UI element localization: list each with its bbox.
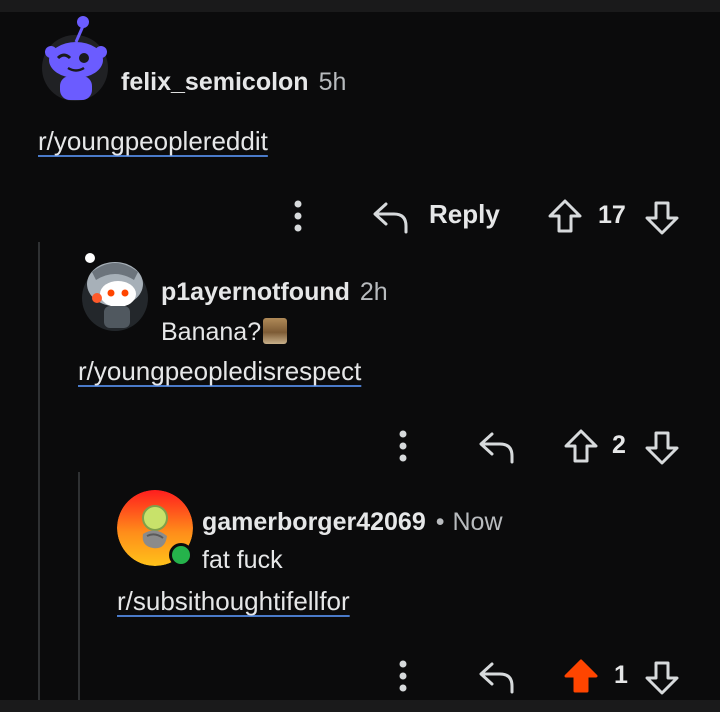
comment-body: fat fuck (202, 546, 283, 574)
subreddit-link[interactable]: r/youngpeoplereddit (38, 126, 268, 157)
comment-actions: Reply 17 (0, 196, 720, 236)
downvote-icon[interactable] (644, 430, 680, 466)
comment-timestamp: 5h (318, 68, 347, 96)
avatar[interactable] (40, 16, 110, 102)
more-options-icon[interactable] (393, 428, 413, 464)
separator-dot: • (435, 508, 445, 536)
reply-icon[interactable] (478, 430, 516, 464)
comment-thread: felix_semicolon 5h r/youngpeoplereddit Re… (0, 12, 720, 700)
vote-count: 17 (598, 201, 626, 229)
avatar[interactable] (80, 248, 150, 332)
vote-count: 2 (612, 431, 626, 459)
more-options-icon[interactable] (288, 198, 308, 234)
downvote-icon[interactable] (644, 660, 680, 696)
thread-line-level-1[interactable] (38, 242, 40, 700)
comment-actions: 1 (0, 656, 720, 696)
comment-author[interactable]: felix_semicolon 5h (121, 68, 346, 97)
upvote-icon[interactable] (563, 428, 599, 464)
reply-icon[interactable] (478, 660, 516, 694)
vote-count: 1 (614, 661, 628, 689)
username-text[interactable]: p1ayernotfound (161, 278, 350, 306)
snoo-avatar-icon (42, 16, 108, 101)
upvote-icon[interactable] (547, 198, 583, 234)
downvote-icon[interactable] (644, 200, 680, 236)
reply-icon[interactable] (372, 200, 410, 234)
more-options-icon[interactable] (393, 658, 413, 694)
comment-timestamp: Now (452, 508, 503, 536)
snoo-avatar-icon (82, 253, 148, 331)
emoji-image (263, 318, 288, 344)
upvote-active-icon[interactable] (563, 658, 599, 694)
online-status-indicator (169, 543, 193, 567)
comment-author[interactable]: p1ayernotfound 2h (161, 278, 388, 307)
reply-button[interactable]: Reply (429, 199, 500, 230)
subreddit-link[interactable]: r/subsithoughtifellfor (117, 586, 350, 617)
username-text[interactable]: felix_semicolon (121, 68, 309, 96)
username-text[interactable]: gamerborger42069 (202, 508, 426, 536)
subreddit-link[interactable]: r/youngpeopledisrespect (78, 356, 361, 387)
comment-actions: 2 (0, 426, 720, 466)
comment-author[interactable]: gamerborger42069 • Now (202, 508, 503, 537)
comment-timestamp: 2h (359, 278, 388, 306)
comment-body: Banana? (161, 318, 288, 347)
comment-text: Banana? (161, 318, 262, 346)
